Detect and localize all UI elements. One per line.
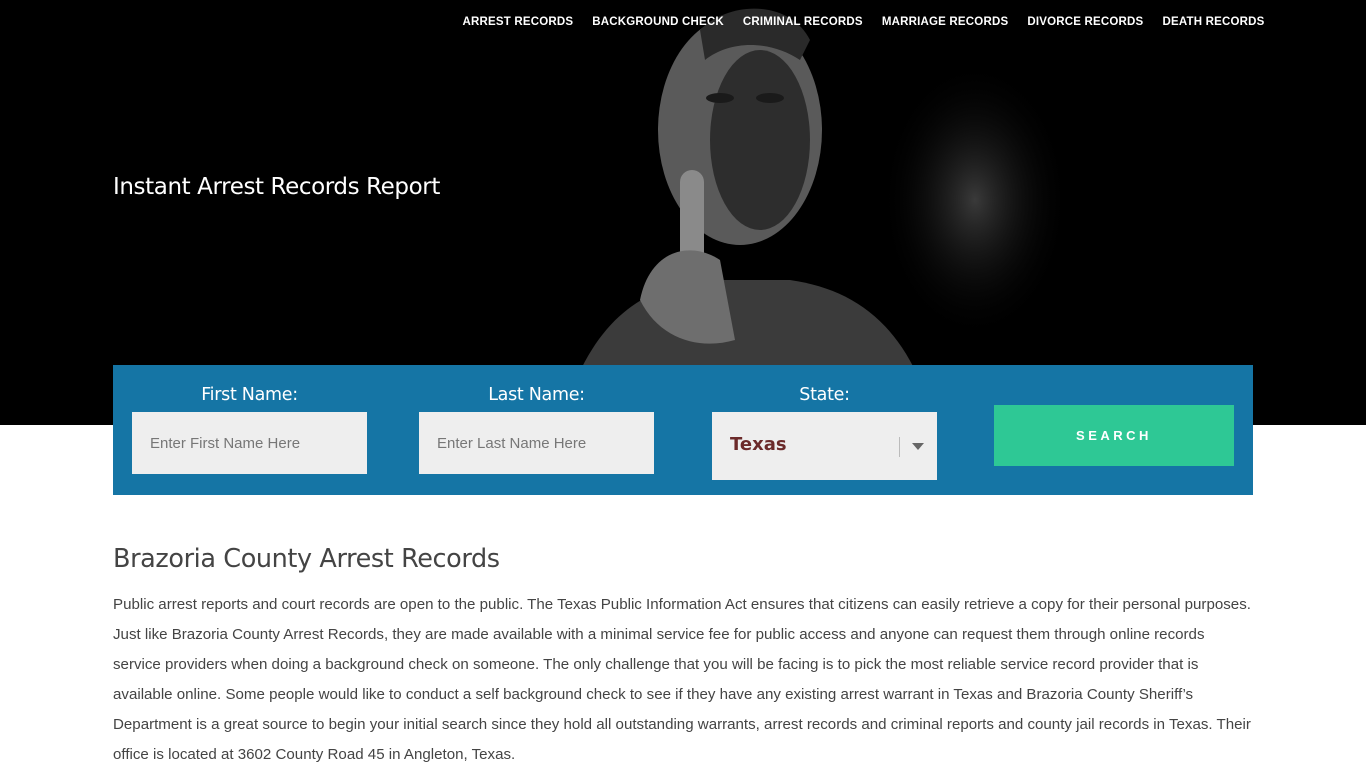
nav-criminal-records[interactable]: CRIMINAL RECORDS [733, 14, 872, 30]
nav-death-records[interactable]: DEATH RECORDS [1153, 14, 1274, 30]
hero-banner: ARREST RECORDS BACKGROUND CHECK CRIMINAL… [0, 0, 1366, 425]
last-name-label: Last Name: [488, 385, 585, 405]
last-name-field: Last Name: [419, 365, 654, 474]
search-button[interactable]: SEARCH [994, 405, 1234, 466]
hero-title: Instant Arrest Records Report [113, 174, 440, 200]
nav-background-check[interactable]: BACKGROUND CHECK [583, 14, 734, 30]
hero-background-image [0, 0, 1366, 425]
article-body: Public arrest reports and court records … [113, 596, 1251, 763]
chevron-down-icon [912, 443, 924, 450]
state-label: State: [799, 385, 850, 405]
first-name-input[interactable] [132, 412, 367, 474]
last-name-input[interactable] [419, 412, 654, 474]
nav-arrest-records[interactable]: ARREST RECORDS [453, 14, 583, 30]
first-name-label: First Name: [201, 385, 298, 405]
nav-marriage-records[interactable]: MARRIAGE RECORDS [872, 14, 1018, 30]
search-form: First Name: Last Name: State: Texas SEAR… [113, 365, 1253, 495]
state-select[interactable]: Texas [712, 412, 937, 480]
select-separator [899, 437, 900, 457]
article-title: Brazoria County Arrest Records [113, 544, 500, 574]
nav-divorce-records[interactable]: DIVORCE RECORDS [1018, 14, 1153, 30]
top-navigation: ARREST RECORDS BACKGROUND CHECK CRIMINAL… [453, 14, 1274, 30]
state-selected-value: Texas [730, 434, 787, 455]
first-name-field: First Name: [132, 365, 367, 474]
state-field: State: Texas [712, 365, 937, 480]
